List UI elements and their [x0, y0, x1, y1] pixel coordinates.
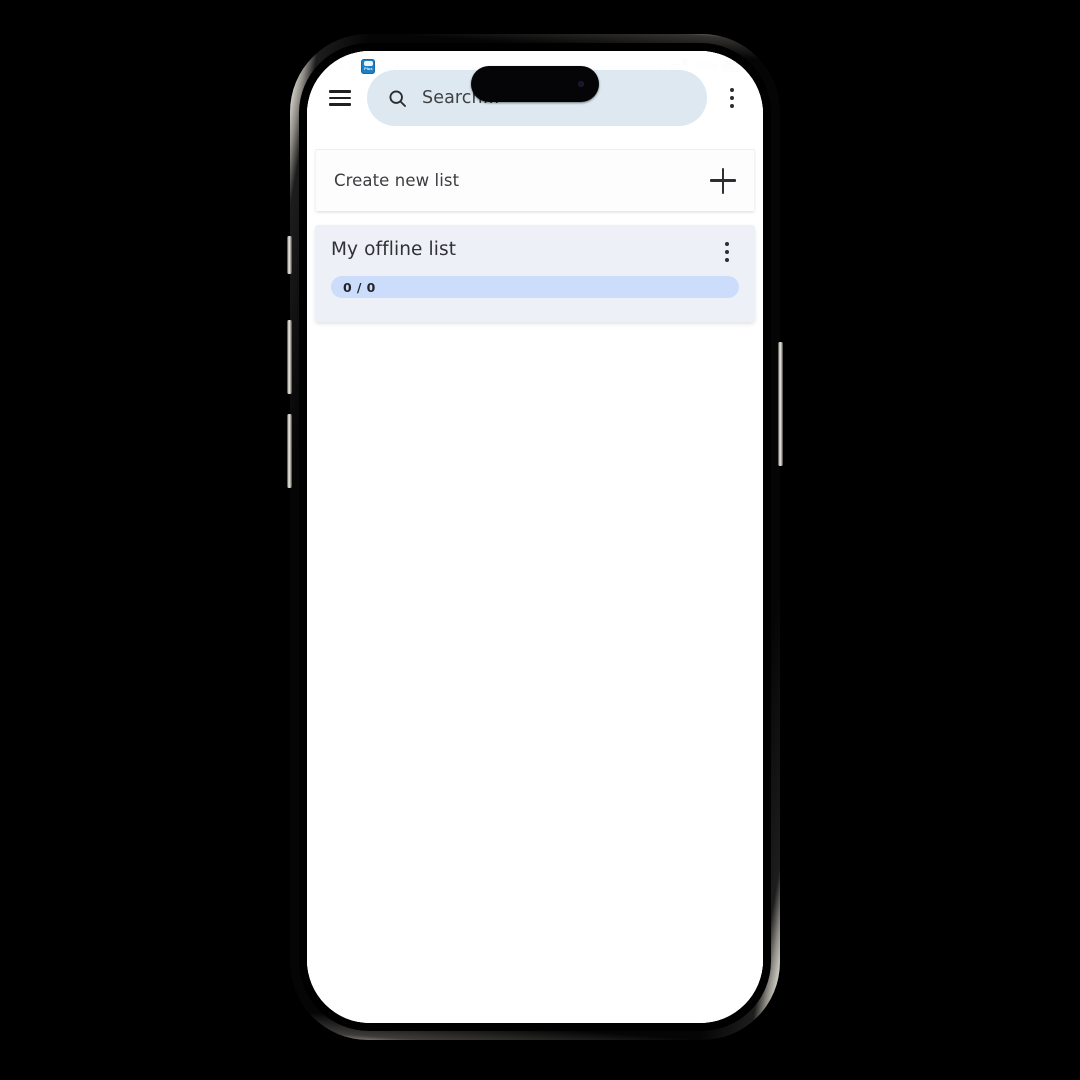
lists-scroll-area[interactable]: Create new list My offline list 0 / 0	[307, 145, 763, 1023]
list-item-title: My offline list	[331, 239, 457, 260]
alarm-icon: •	[395, 59, 400, 72]
more-vertical-icon	[724, 241, 730, 263]
list-item-progress-label: 0 / 0	[343, 279, 376, 295]
battery-icon	[721, 60, 743, 72]
volume-down-button[interactable]	[287, 414, 292, 488]
vibrate-icon: ▱	[670, 59, 679, 72]
wifi-icon: ◯	[379, 59, 392, 72]
silence-switch-button[interactable]	[287, 236, 292, 274]
list-item[interactable]: My offline list 0 / 0	[315, 225, 755, 322]
more-vertical-icon	[729, 87, 735, 109]
list-item-header: My offline list	[331, 239, 739, 264]
app-badge-icon: Plus	[361, 58, 376, 74]
signal-bars-icon: ▘	[682, 59, 692, 72]
volume-up-button[interactable]	[287, 320, 292, 394]
plus-icon[interactable]	[710, 167, 736, 194]
battery-percent-label: 50%	[695, 60, 717, 72]
list-item-progress-bar: 0 / 0	[331, 276, 739, 298]
screenshot-canvas: Search... Create new list My offline lis…	[0, 0, 1080, 1080]
phone-screen: Search... Create new list My offline lis…	[307, 51, 763, 1023]
app-overflow-menu-button[interactable]	[715, 81, 749, 115]
dynamic-island	[471, 66, 599, 102]
status-bar-right-cluster: ◇ ▱ ▘ 50%	[657, 59, 743, 72]
create-new-list-row[interactable]: Create new list	[315, 149, 755, 211]
power-button[interactable]	[778, 342, 783, 466]
search-icon	[389, 89, 406, 107]
app-badge-label: Plus	[364, 66, 373, 71]
signal-icon: ☰	[347, 59, 358, 72]
hamburger-menu-icon	[329, 90, 351, 106]
create-new-list-label: Create new list	[334, 171, 460, 190]
front-camera-icon	[578, 81, 584, 87]
hamburger-menu-button[interactable]	[323, 81, 357, 115]
bluetooth-icon: ◇	[657, 59, 667, 72]
app-root: Search... Create new list My offline lis…	[307, 51, 763, 1023]
list-item-overflow-menu-button[interactable]	[715, 240, 739, 264]
status-bar-network-label: 4G	[329, 60, 344, 72]
status-bar-left-cluster: 4G ☰ Plus ◯ •	[329, 58, 400, 74]
